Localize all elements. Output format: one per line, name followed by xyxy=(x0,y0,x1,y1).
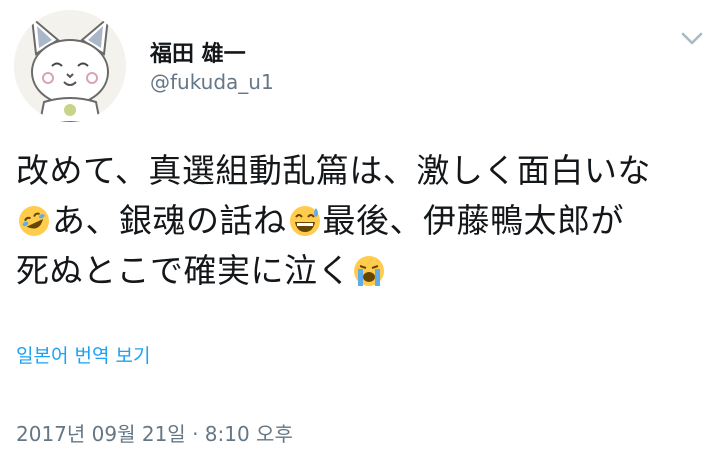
cat-avatar-illustration xyxy=(14,10,126,122)
tweet-text-segment-2b: 最後、伊藤鴨太郎が xyxy=(322,201,624,240)
tweet-text-line-3: 死ぬとこで確実に泣く xyxy=(16,246,706,296)
tweet-text-line-1: 改めて、真選組動乱篇は、激しく面白いな xyxy=(16,151,651,190)
tweet-text-line-2: あ、銀魂の話ね 最後、伊藤鴨太郎が xyxy=(16,196,706,246)
tweet-text-segment-2a: あ、銀魂の話ね xyxy=(52,201,287,240)
tweet-text: 改めて、真選組動乱篇は、激しく面白いな あ、銀魂の話ね 最後、伊藤鴨太郎が 死ぬと… xyxy=(16,146,706,296)
avatar[interactable] xyxy=(14,10,126,122)
grinning-sweat-emoji xyxy=(288,202,322,236)
loudly-crying-emoji xyxy=(352,252,386,286)
display-name[interactable]: 福田 雄一 xyxy=(150,36,246,68)
tweet-text-segment-3: 死ぬとこで確実に泣く xyxy=(16,251,351,290)
translate-tweet-link[interactable]: 일본어 번역 보기 xyxy=(16,341,150,368)
user-handle[interactable]: @fukuda_u1 xyxy=(150,70,274,94)
rolling-on-floor-laughing-emoji xyxy=(17,202,51,236)
chevron-down-icon[interactable] xyxy=(680,30,704,48)
tweet-card: 福田 雄一 @fukuda_u1 改めて、真選組動乱篇は、激しく面白いな あ、銀… xyxy=(0,0,720,458)
tweet-timestamp[interactable]: 2017년 09월 21일 · 8:10 오후 xyxy=(16,418,293,447)
